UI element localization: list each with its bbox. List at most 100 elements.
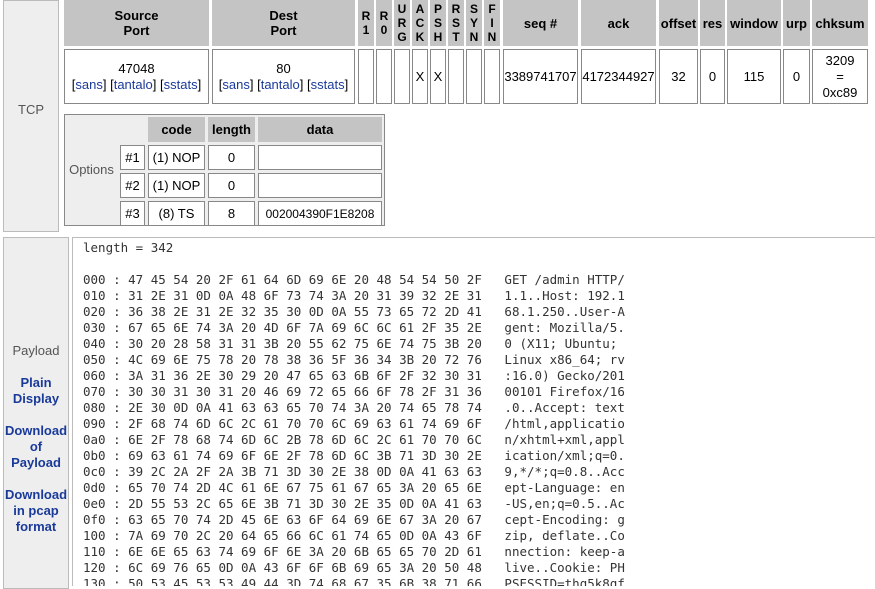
hex-line: 070 : 30 30 31 30 31 20 46 69 72 65 66 6… bbox=[83, 384, 625, 399]
dest-port-value: 80 [sans] [tantalo] [sstats] bbox=[212, 49, 355, 104]
offset-header: offset bbox=[659, 0, 698, 46]
plain-display-line1: Plain bbox=[20, 375, 52, 390]
dest-port-header-line2: Port bbox=[270, 23, 297, 38]
option-row-code: (1) NOP bbox=[148, 145, 205, 170]
seq-header: seq # bbox=[503, 0, 578, 46]
flag-value-r0 bbox=[376, 49, 392, 104]
offset-value: 32 bbox=[659, 49, 698, 104]
flag-header-rst: RST bbox=[448, 0, 464, 46]
download-pcap-line3: format bbox=[15, 519, 57, 534]
dest-port-links: [sans] [tantalo] [sstats] bbox=[219, 77, 348, 93]
flag-header-psh: PSH bbox=[430, 0, 446, 46]
download-pcap-line2: in pcap bbox=[13, 503, 59, 518]
hex-line: 040 : 30 20 28 58 31 31 3B 20 55 62 75 6… bbox=[83, 336, 625, 351]
hex-line: 0f0 : 63 65 70 74 2D 45 6E 63 6F 64 69 6… bbox=[83, 512, 625, 527]
option-row-data bbox=[258, 145, 382, 170]
hex-line: 0a0 : 6E 2F 78 68 74 6D 6C 2B 78 6D 6C 2… bbox=[83, 432, 625, 447]
download-payload-line3: Payload bbox=[11, 455, 61, 470]
options-label: Options bbox=[69, 162, 114, 177]
bracket: ] bbox=[102, 76, 107, 92]
hex-line: 010 : 31 2E 31 0D 0A 48 6F 73 74 3A 20 3… bbox=[83, 288, 625, 303]
payload-hex-dump: length = 342 000 : 47 45 54 20 2F 61 64 … bbox=[72, 237, 875, 586]
hex-line: 120 : 6C 69 76 65 0D 0A 43 6F 6F 6B 69 6… bbox=[83, 560, 625, 575]
source-port-header: Source Port bbox=[64, 0, 209, 46]
source-port-header-line1: Source bbox=[114, 8, 159, 23]
options-length-header: length bbox=[208, 117, 255, 142]
flag-header-r0: R0 bbox=[376, 0, 392, 46]
flag-value-psh: X bbox=[430, 49, 446, 104]
plain-display-link[interactable]: Plain Display bbox=[3, 375, 69, 407]
ack-header: ack bbox=[581, 0, 656, 46]
options-data-header: data bbox=[258, 117, 382, 142]
chksum-value: 3209 = 0xc89 bbox=[812, 49, 868, 104]
dest-port-number: 80 bbox=[276, 60, 291, 76]
hex-line: 0b0 : 69 63 61 74 69 6F 6E 2F 78 6D 6C 3… bbox=[83, 448, 625, 463]
window-header: window bbox=[727, 0, 781, 46]
hex-line: 080 : 2E 30 0D 0A 41 63 63 65 70 74 3A 2… bbox=[83, 400, 625, 415]
dest-port-header-line1: Dest bbox=[269, 8, 298, 23]
window-value: 115 bbox=[727, 49, 781, 104]
hex-line: 0e0 : 2D 55 53 2C 65 6E 3B 71 3D 30 2E 3… bbox=[83, 496, 625, 511]
download-pcap-line1: Download bbox=[4, 487, 68, 502]
option-row-length: 8 bbox=[208, 201, 255, 226]
payload-section-label: Payload bbox=[12, 343, 60, 358]
bracket: ] bbox=[152, 76, 157, 92]
option-row-data bbox=[258, 173, 382, 198]
option-row-code: (1) NOP bbox=[148, 173, 205, 198]
flag-value-urg bbox=[394, 49, 410, 104]
hex-line: 130 : 50 53 45 53 53 49 44 3D 74 68 67 3… bbox=[83, 576, 625, 586]
flag-header-r1: R1 bbox=[358, 0, 374, 46]
hex-line: 100 : 7A 69 70 2C 20 64 65 66 6C 61 74 6… bbox=[83, 528, 625, 543]
flag-value-r1 bbox=[358, 49, 374, 104]
hex-line: 060 : 3A 31 36 2E 30 29 20 47 65 63 6B 6… bbox=[83, 368, 625, 383]
download-pcap-link[interactable]: Download in pcap format bbox=[3, 487, 69, 535]
flag-header-urg: URG bbox=[394, 0, 410, 46]
payload-length: length = 342 bbox=[83, 240, 174, 255]
ack-value: 4172344927 bbox=[581, 49, 656, 104]
dest-sstats-link[interactable]: sstats bbox=[311, 77, 345, 92]
option-row-code: (8) TS bbox=[148, 201, 205, 226]
dest-tantalo-link[interactable]: tantalo bbox=[261, 77, 300, 92]
plain-display-line2: Display bbox=[12, 391, 60, 406]
bracket: ] bbox=[197, 76, 202, 92]
chksum-hex: 0xc89 bbox=[822, 84, 858, 100]
hex-line: 090 : 2F 68 74 6D 6C 2C 61 70 70 6C 69 6… bbox=[83, 416, 625, 431]
hex-line: 110 : 6E 6E 65 63 74 69 6F 6E 3A 20 6B 6… bbox=[83, 544, 625, 559]
bracket: ] bbox=[249, 76, 254, 92]
chksum-equals: = bbox=[836, 68, 844, 84]
source-tantalo-link[interactable]: tantalo bbox=[114, 77, 153, 92]
dest-sans-link[interactable]: sans bbox=[222, 77, 249, 92]
flag-value-fin bbox=[484, 49, 500, 104]
source-port-number: 47048 bbox=[118, 60, 155, 76]
option-row-num: #2 bbox=[120, 173, 145, 198]
urp-value: 0 bbox=[783, 49, 810, 104]
flag-header-syn: SYN bbox=[466, 0, 482, 46]
seq-value: 3389741707 bbox=[503, 49, 578, 104]
flag-value-ack: X bbox=[412, 49, 428, 104]
download-payload-line2: of bbox=[29, 439, 43, 454]
source-port-header-line2: Port bbox=[123, 23, 150, 38]
download-payload-link[interactable]: Download of Payload bbox=[3, 423, 69, 471]
option-row-num: #3 bbox=[120, 201, 145, 226]
res-value: 0 bbox=[700, 49, 725, 104]
payload-blank-line bbox=[83, 256, 875, 272]
res-header: res bbox=[700, 0, 725, 46]
dest-port-header: Dest Port bbox=[212, 0, 355, 46]
option-row-data: 002004390F1E8208 bbox=[258, 201, 382, 226]
hex-line: 050 : 4C 69 6E 75 78 20 78 38 36 5F 36 3… bbox=[83, 352, 625, 367]
urp-header: urp bbox=[783, 0, 810, 46]
source-port-links: [sans] [tantalo] [sstats] bbox=[72, 77, 201, 93]
chksum-decimal: 3209 bbox=[825, 52, 855, 68]
tcp-section-label: TCP bbox=[18, 102, 44, 117]
source-sstats-link[interactable]: sstats bbox=[164, 77, 198, 92]
option-row-length: 0 bbox=[208, 145, 255, 170]
download-payload-line1: Download bbox=[4, 423, 68, 438]
flag-value-rst bbox=[448, 49, 464, 104]
source-port-value: 47048 [sans] [tantalo] [sstats] bbox=[64, 49, 209, 104]
source-sans-link[interactable]: sans bbox=[75, 77, 102, 92]
option-row-num: #1 bbox=[120, 145, 145, 170]
hex-line: 0c0 : 39 2C 2A 2F 2A 3B 71 3D 30 2E 38 0… bbox=[83, 464, 625, 479]
options-code-header: code bbox=[148, 117, 205, 142]
hex-line: 000 : 47 45 54 20 2F 61 64 6D 69 6E 20 4… bbox=[83, 272, 625, 287]
bracket: ] bbox=[299, 76, 304, 92]
